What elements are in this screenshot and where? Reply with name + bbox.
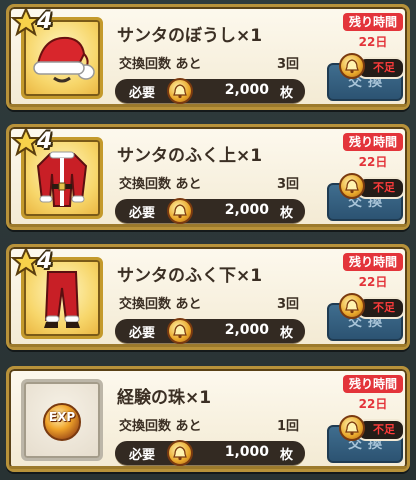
- insufficient-badge: 不足: [339, 173, 405, 199]
- bell-medal-icon: [339, 415, 365, 441]
- cost-unit: 枚: [279, 206, 293, 221]
- cost-label: 必要: [129, 206, 156, 221]
- bell-medal-icon: [339, 173, 365, 199]
- cost-amount: 2,000: [224, 202, 269, 218]
- insufficient-badge: 不足: [339, 293, 405, 319]
- cost-unit: 枚: [279, 86, 293, 101]
- exchange-count-label: 交換回数 あと: [119, 177, 202, 192]
- rarity-number: 4: [37, 129, 53, 154]
- exchange-count-value: 1回: [276, 419, 299, 434]
- exchange-count-value: 3回: [276, 57, 299, 72]
- item-name: サンタのぼうし×1: [117, 26, 263, 46]
- remaining-time-badge: 残り時間: [343, 13, 403, 31]
- exchange-item-card[interactable]: 4 サンタのふく上×1 交換回数 あと 3回 必要 2,000 枚 残り時間 2…: [6, 124, 410, 230]
- cost-amount: 2,000: [224, 82, 269, 98]
- cost-bar: 必要 2,000 枚: [115, 198, 305, 224]
- item-icon-frame: EXP: [21, 379, 103, 461]
- exp-orb-text: EXP: [48, 410, 76, 424]
- remaining-time-value: 22日: [358, 397, 388, 411]
- remaining-time-value: 22日: [358, 35, 388, 49]
- cost-bar: 必要 2,000 枚: [115, 78, 305, 104]
- exchange-count-label: 交換回数 あと: [119, 297, 202, 312]
- cost-label: 必要: [129, 448, 156, 463]
- insufficient-badge: 不足: [339, 53, 405, 79]
- bell-medal-icon: [167, 318, 193, 344]
- cost-unit: 枚: [279, 448, 293, 463]
- exchange-count-label: 交換回数 あと: [119, 419, 202, 434]
- exchange-item-card[interactable]: 4 サンタのぼうし×1 交換回数 あと 3回 必要 2,000 枚 残り時間 2…: [6, 4, 410, 110]
- bell-medal-icon: [167, 198, 193, 224]
- bell-medal-icon: [339, 293, 365, 319]
- bell-medal-icon: [167, 78, 193, 104]
- rarity-number: 4: [37, 249, 53, 274]
- rarity-star-badge: 4: [11, 7, 63, 39]
- remaining-time-badge: 残り時間: [343, 375, 403, 393]
- remaining-time-value: 22日: [358, 155, 388, 169]
- cost-unit: 枚: [279, 326, 293, 341]
- exchange-count-row: 交換回数 あと 1回: [119, 415, 299, 435]
- cost-amount: 1,000: [224, 444, 269, 460]
- item-name: サンタのふく上×1: [117, 146, 263, 166]
- rarity-star-badge: 4: [11, 247, 63, 279]
- bell-medal-icon: [339, 53, 365, 79]
- rarity-number: 4: [37, 9, 53, 34]
- exchange-count-label: 交換回数 あと: [119, 57, 202, 72]
- rarity-star-badge: 4: [11, 127, 63, 159]
- exchange-item-card[interactable]: EXP 経験の珠×1 交換回数 あと 1回 必要 1,000 枚 残り時間 22…: [6, 366, 410, 472]
- cost-label: 必要: [129, 86, 156, 101]
- remaining-time-badge: 残り時間: [343, 253, 403, 271]
- cost-label: 必要: [129, 326, 156, 341]
- exchange-count-row: 交換回数 あと 3回: [119, 173, 299, 193]
- item-name: 経験の珠×1: [117, 388, 212, 408]
- cost-bar: 必要 2,000 枚: [115, 318, 305, 344]
- remaining-time-value: 22日: [358, 275, 388, 289]
- cost-bar: 必要 1,000 枚: [115, 440, 305, 466]
- item-name: サンタのふく下×1: [117, 266, 263, 286]
- remaining-time-badge: 残り時間: [343, 133, 403, 151]
- exchange-count-value: 3回: [276, 177, 299, 192]
- bell-medal-icon: [167, 440, 193, 466]
- exchange-count-row: 交換回数 あと 3回: [119, 293, 299, 313]
- exchange-count-value: 3回: [276, 297, 299, 312]
- insufficient-badge: 不足: [339, 415, 405, 441]
- exchange-count-row: 交換回数 あと 3回: [119, 53, 299, 73]
- cost-amount: 2,000: [224, 322, 269, 338]
- exchange-item-card[interactable]: 4 サンタのふく下×1 交換回数 あと 3回 必要 2,000 枚 残り時間 2…: [6, 244, 410, 350]
